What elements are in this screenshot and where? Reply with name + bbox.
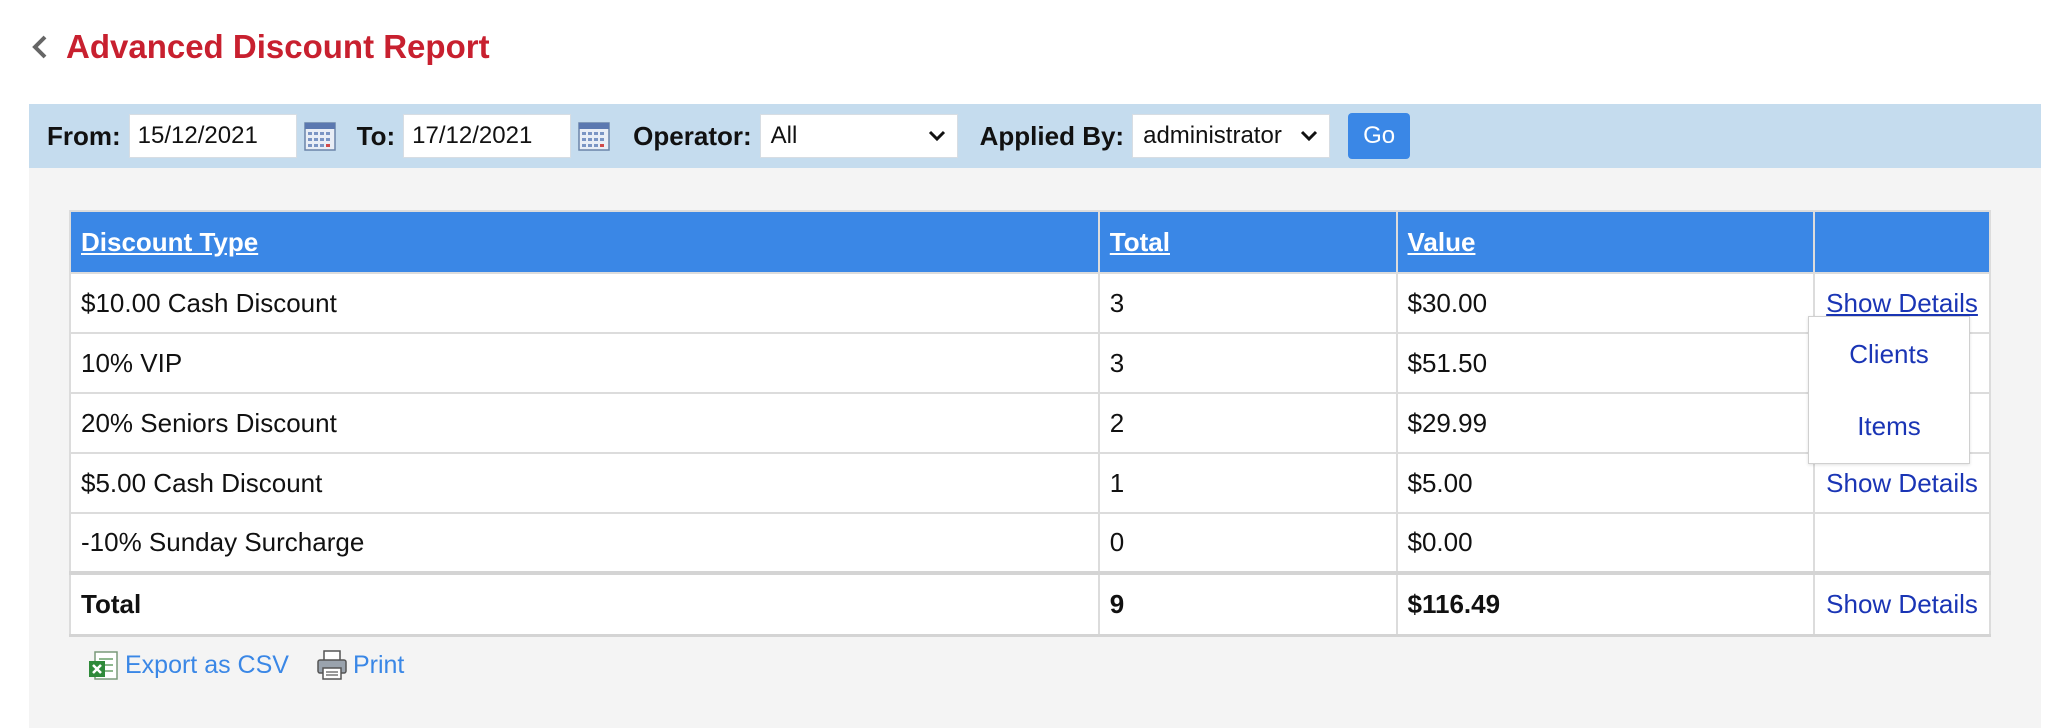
operator-select-value: All [770,122,798,149]
report-content: Discount Type Total Value $10.00 Cash Di… [29,168,2041,728]
total-cell: 1 [1097,452,1398,514]
show-details-link[interactable]: Show Details [1826,589,1978,619]
go-button[interactable]: Go [1348,113,1411,159]
to-label: To: [356,120,396,151]
back-chevron-icon[interactable] [30,22,64,72]
discount-type-cell: 10% VIP [69,332,1100,394]
calendar-icon[interactable] [303,119,337,153]
table-row: $5.00 Cash Discount 1 $5.00 Show Details [69,452,1991,514]
operator-select[interactable]: All [759,114,958,158]
header-value[interactable]: Value [1395,210,1816,274]
show-details-dropdown: Clients Items [1808,316,1970,464]
dropdown-item-clients[interactable]: Clients [1809,339,1969,370]
chevron-down-icon [1301,130,1318,142]
applied-by-select-value: administrator [1143,122,1282,149]
chevron-down-icon [928,130,945,142]
table-header-row: Discount Type Total Value [69,210,1991,274]
total-count: 9 [1097,571,1398,637]
to-date-input[interactable]: 17/12/2021 [403,114,572,158]
footer-actions: Export as CSV Print [87,648,430,682]
discount-type-cell: $10.00 Cash Discount [69,272,1100,334]
export-csv-label: Export as CSV [125,650,289,679]
table-row: 20% Seniors Discount 2 $29.99 [69,392,1991,454]
applied-by-label: Applied By: [979,120,1125,151]
print-label: Print [352,650,405,679]
value-cell: $5.00 [1395,452,1816,514]
page-title: Advanced Discount Report [66,28,490,65]
header-total[interactable]: Total [1097,210,1398,274]
operator-label: Operator: [633,120,752,151]
from-label: From: [47,120,121,151]
total-cell: 2 [1097,392,1398,454]
printer-icon [317,650,347,680]
from-date-input[interactable]: 15/12/2021 [128,114,297,158]
value-cell: $51.50 [1395,332,1816,394]
excel-icon [89,651,118,680]
total-cell: 0 [1097,512,1398,574]
discount-type-cell: -10% Sunday Surcharge [69,512,1100,574]
table-row: $10.00 Cash Discount 3 $30.00 Show Detai… [69,272,1991,334]
total-value: $116.49 [1395,571,1816,637]
value-cell: $29.99 [1395,392,1816,454]
value-cell: $30.00 [1395,272,1816,334]
page-header: Advanced Discount Report [30,22,490,72]
header-action [1813,210,1991,274]
total-cell: 3 [1097,272,1398,334]
value-cell: $0.00 [1395,512,1816,574]
header-discount-type[interactable]: Discount Type [69,210,1100,274]
table-row: -10% Sunday Surcharge 0 $0.00 [69,512,1991,574]
export-csv-link[interactable]: Export as CSV [87,648,289,682]
calendar-icon[interactable] [577,119,611,153]
table-total-row: Total 9 $116.49 Show Details [69,571,1991,637]
discount-table: Discount Type Total Value $10.00 Cash Di… [69,210,1991,637]
total-label: Total [69,571,1100,637]
show-details-link[interactable]: Show Details [1826,288,1978,318]
total-cell: 3 [1097,332,1398,394]
applied-by-select[interactable]: administrator [1132,114,1331,158]
dropdown-item-items[interactable]: Items [1809,411,1969,442]
table-row: 10% VIP 3 $51.50 [69,332,1991,394]
discount-type-cell: 20% Seniors Discount [69,392,1100,454]
show-details-link[interactable]: Show Details [1826,468,1978,498]
print-link[interactable]: Print [315,648,404,682]
action-cell [1813,512,1991,574]
filter-bar: From: 15/12/2021 To: 17/12/2021 Operator… [29,104,2041,168]
discount-type-cell: $5.00 Cash Discount [69,452,1100,514]
